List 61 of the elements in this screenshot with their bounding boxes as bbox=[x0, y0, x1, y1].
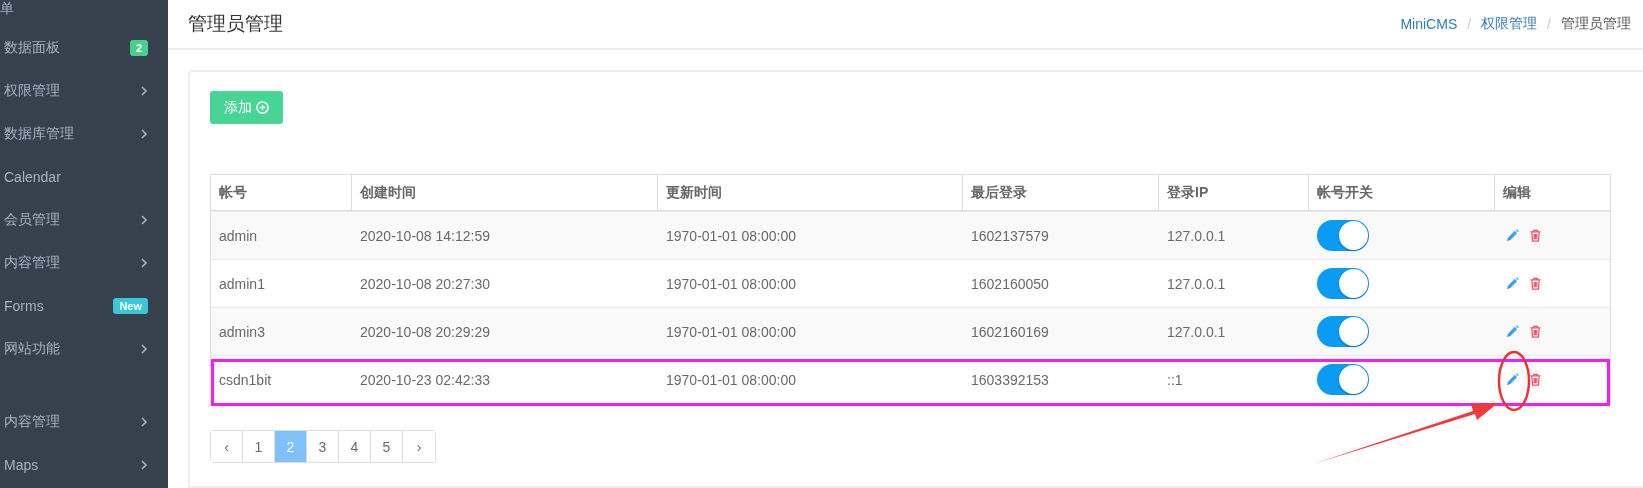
table-cell-text: 127.0.0.1 bbox=[1166, 322, 1227, 342]
pencil-icon[interactable] bbox=[1506, 277, 1519, 290]
chevron-icon bbox=[141, 459, 148, 470]
toggle-switch[interactable] bbox=[1317, 220, 1369, 251]
table-cell-text: 2020-10-08 20:29:29 bbox=[359, 322, 491, 342]
page-title: 管理员管理 bbox=[188, 12, 283, 36]
sidebar-item[interactable]: Maps bbox=[4, 456, 39, 473]
pencil-icon[interactable] bbox=[1506, 325, 1519, 338]
pencil-icon[interactable] bbox=[1506, 373, 1519, 386]
table-cell-text: 1602160169 bbox=[970, 322, 1050, 342]
sidebar-item[interactable]: 会员管理 bbox=[4, 210, 60, 229]
sidebar-heading: 单 bbox=[0, 0, 15, 18]
sidebar-item[interactable]: Forms bbox=[4, 297, 44, 314]
badge: New bbox=[113, 297, 148, 314]
toggle-switch[interactable] bbox=[1317, 268, 1369, 299]
chevron-icon bbox=[141, 214, 148, 225]
sidebar-item[interactable]: 网站功能 bbox=[4, 339, 60, 358]
table-cell-text: 1970-01-01 08:00:00 bbox=[665, 226, 797, 246]
table-cell-text: admin3 bbox=[218, 322, 266, 342]
table-cell-text: 1602137579 bbox=[970, 226, 1050, 246]
breadcrumb-separator: / bbox=[1547, 16, 1551, 32]
sidebar-item[interactable]: 权限管理 bbox=[4, 81, 60, 100]
toggle-switch[interactable] bbox=[1317, 316, 1369, 347]
breadcrumb-link[interactable]: MiniCMS bbox=[1400, 16, 1458, 32]
chevron-icon bbox=[141, 85, 148, 96]
chevron-icon bbox=[141, 416, 148, 427]
table-cell-text: 1970-01-01 08:00:00 bbox=[665, 370, 797, 390]
sidebar-item[interactable]: Calendar bbox=[4, 168, 61, 185]
pencil-icon[interactable] bbox=[1506, 229, 1519, 242]
trash-icon[interactable] bbox=[1529, 277, 1542, 290]
table-cell-text: 127.0.0.1 bbox=[1166, 274, 1227, 294]
table-cell-text: 2020-10-23 02:42:33 bbox=[359, 370, 491, 390]
trash-icon[interactable] bbox=[1529, 373, 1542, 386]
trash-icon[interactable] bbox=[1529, 229, 1542, 242]
annotation-ellipse bbox=[1497, 350, 1531, 412]
table-cell-text: admin bbox=[218, 226, 259, 246]
sidebar-item[interactable]: 数据库管理 bbox=[4, 124, 74, 143]
toggle-switch[interactable] bbox=[1317, 364, 1369, 395]
table-cell-text: admin1 bbox=[218, 274, 266, 294]
sidebar-item[interactable]: 内容管理 bbox=[4, 253, 60, 272]
plus-circle-icon bbox=[256, 101, 269, 114]
table-cell-text: csdn1bit bbox=[218, 370, 273, 390]
previous-page-button[interactable]: ‹ bbox=[211, 431, 243, 462]
chevron-icon bbox=[141, 128, 148, 139]
table-cell-text: 1602160050 bbox=[970, 274, 1050, 294]
table-cell-text: 1603392153 bbox=[970, 370, 1050, 390]
badge: 2 bbox=[129, 39, 148, 56]
trash-icon[interactable] bbox=[1529, 325, 1542, 338]
chevron-icon bbox=[141, 343, 148, 354]
breadcrumb-link[interactable]: 权限管理 bbox=[1481, 15, 1538, 33]
table-cell-text: 1970-01-01 08:00:00 bbox=[665, 322, 797, 342]
breadcrumb-separator: / bbox=[1467, 16, 1472, 32]
breadcrumb-current: 管理员管理 bbox=[1561, 15, 1631, 33]
table-cell-text: 1970-01-01 08:00:00 bbox=[665, 274, 797, 294]
table-cell-text: 2020-10-08 20:27:30 bbox=[359, 274, 491, 294]
table-cell-text: 2020-10-08 14:12:59 bbox=[359, 226, 491, 246]
chevron-icon bbox=[141, 257, 148, 268]
table-cell-text: 127.0.0.1 bbox=[1166, 226, 1227, 246]
sidebar-item[interactable]: 内容管理 bbox=[4, 412, 60, 431]
table-cell-text: ::1 bbox=[1166, 370, 1184, 390]
sidebar-item[interactable]: 数据面板 bbox=[4, 38, 60, 57]
